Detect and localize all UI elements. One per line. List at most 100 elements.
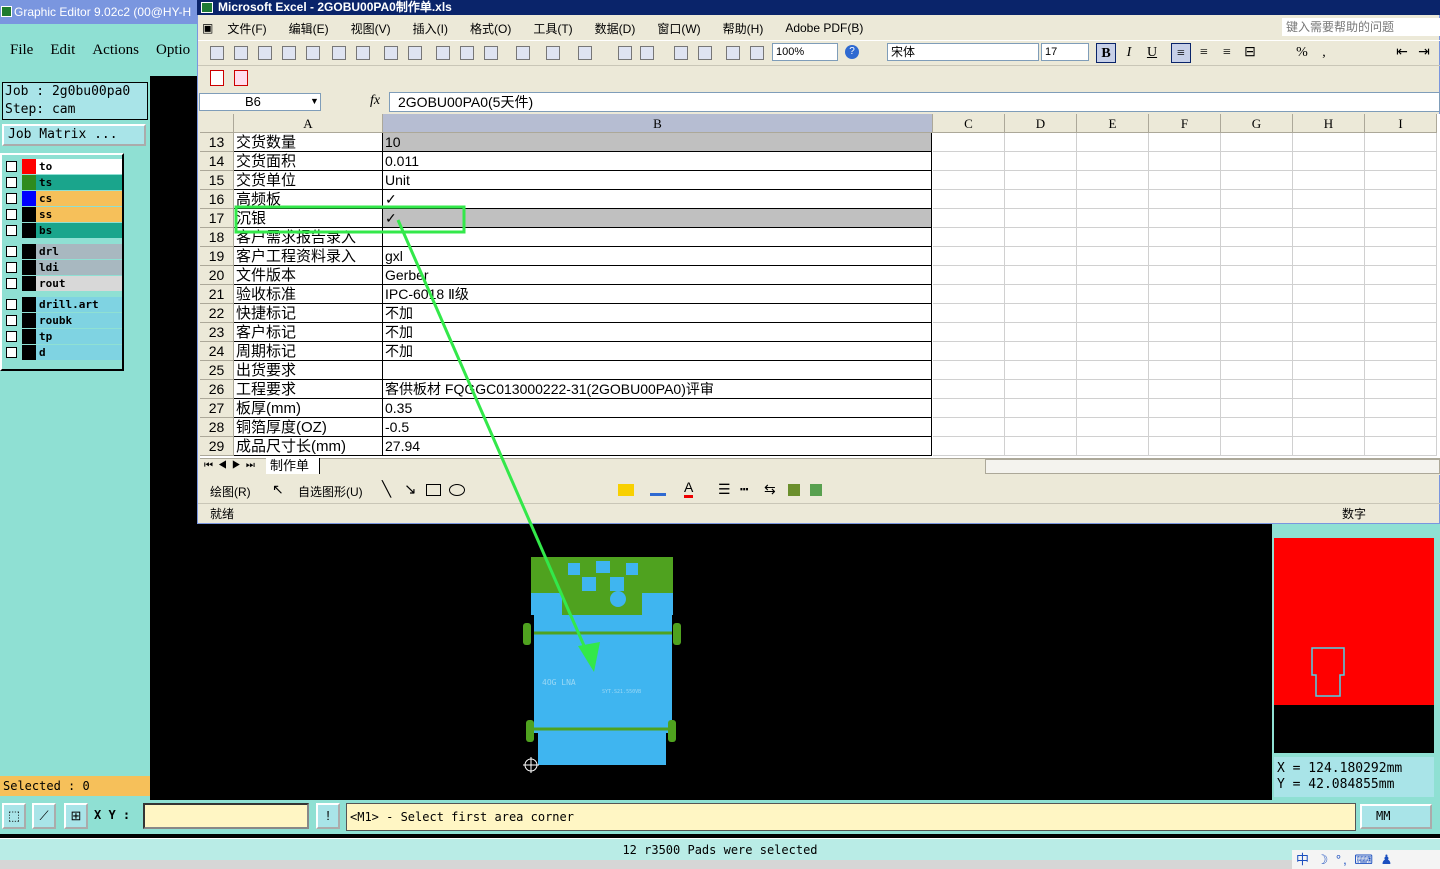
cell-empty[interactable] (1365, 361, 1437, 380)
cell-empty[interactable] (1149, 228, 1221, 247)
menu-data-cn[interactable]: 数据(D) (585, 20, 648, 37)
cell-empty[interactable] (1293, 399, 1365, 418)
layer-row-d[interactable]: d (6, 345, 122, 360)
cell-empty[interactable] (1005, 342, 1077, 361)
cell-empty[interactable] (1221, 380, 1293, 399)
layer-row-cs[interactable]: cs (6, 191, 122, 206)
cell-empty[interactable] (1293, 228, 1365, 247)
cell-empty[interactable] (1365, 285, 1437, 304)
cell-empty[interactable] (1293, 266, 1365, 285)
align-left-icon[interactable]: ≡ (1171, 43, 1191, 63)
arrow-icon[interactable]: ↘ (404, 480, 417, 498)
cell-empty[interactable] (1293, 171, 1365, 190)
row-header[interactable]: 23 (200, 323, 234, 342)
cell-empty[interactable] (1077, 342, 1149, 361)
undo-icon[interactable] (546, 46, 560, 60)
menu-actions[interactable]: Actions (82, 42, 146, 59)
row-header[interactable]: 17 (200, 209, 234, 228)
cell-empty[interactable] (933, 304, 1005, 323)
row-header[interactable]: 26 (200, 380, 234, 399)
sort-desc-icon[interactable] (698, 46, 712, 60)
cell-empty[interactable] (1149, 133, 1221, 152)
xy-input[interactable] (143, 803, 309, 829)
column-header-D[interactable]: D (1005, 114, 1077, 133)
cell-b[interactable] (383, 361, 932, 380)
cell-a[interactable]: 客户需求报告录入 (234, 228, 383, 247)
cut-icon[interactable] (436, 46, 450, 60)
cell-empty[interactable] (1149, 209, 1221, 228)
cell-empty[interactable] (1149, 171, 1221, 190)
cell-empty[interactable] (933, 437, 1005, 456)
column-header-A[interactable]: A (234, 114, 383, 133)
pdf-mail-icon[interactable] (234, 70, 248, 86)
row-header[interactable]: 29 (200, 437, 234, 456)
horizontal-scrollbar[interactable] (985, 459, 1440, 474)
cell-empty[interactable] (1365, 228, 1437, 247)
cell-empty[interactable] (1149, 304, 1221, 323)
column-header-G[interactable]: G (1221, 114, 1293, 133)
layer-checkbox[interactable] (6, 177, 17, 188)
cell-empty[interactable] (1077, 380, 1149, 399)
cell-empty[interactable] (1077, 323, 1149, 342)
menu-edit-cn[interactable]: 编辑(E) (279, 20, 341, 37)
column-header-I[interactable]: I (1365, 114, 1437, 133)
cell-empty[interactable] (1221, 437, 1293, 456)
cell-empty[interactable] (933, 171, 1005, 190)
cell-empty[interactable] (1293, 342, 1365, 361)
cell-empty[interactable] (1365, 342, 1437, 361)
comma-icon[interactable]: , (1314, 43, 1334, 63)
cell-a[interactable]: 出货要求 (234, 361, 383, 380)
cell-empty[interactable] (1365, 133, 1437, 152)
row-header[interactable]: 20 (200, 266, 234, 285)
doc-icon[interactable]: ▣ (198, 21, 217, 35)
cell-empty[interactable] (1077, 133, 1149, 152)
paste-icon[interactable] (484, 46, 498, 60)
side-pad[interactable] (673, 623, 681, 645)
pad[interactable] (626, 563, 638, 575)
cell-empty[interactable] (1293, 247, 1365, 266)
pointer-icon[interactable]: ↖ (272, 481, 284, 498)
cell-empty[interactable] (1005, 247, 1077, 266)
cell-empty[interactable] (933, 247, 1005, 266)
spelling-icon[interactable] (384, 46, 398, 60)
outdent-icon[interactable]: ⇥ (1414, 43, 1434, 63)
row-header[interactable]: 14 (200, 152, 234, 171)
cell-empty[interactable] (1365, 399, 1437, 418)
name-box[interactable]: B6 (199, 93, 321, 111)
column-header-E[interactable]: E (1077, 114, 1149, 133)
layer-row-drl[interactable]: drl (6, 244, 122, 259)
cell-empty[interactable] (1365, 380, 1437, 399)
cell-empty[interactable] (1365, 304, 1437, 323)
layer-row-ss[interactable]: ss (6, 207, 122, 222)
pad[interactable] (582, 577, 596, 591)
line-icon[interactable]: ╲ (382, 480, 391, 498)
cell-empty[interactable] (1293, 133, 1365, 152)
formula-bar[interactable]: 2GOBU00PA0(5天件) (389, 92, 1440, 112)
cell-empty[interactable] (1149, 361, 1221, 380)
fill-color-icon[interactable] (618, 484, 634, 496)
menu-edit[interactable]: Edit (40, 42, 82, 59)
italic-button[interactable]: I (1119, 43, 1139, 63)
cell-a[interactable]: 交货单位 (234, 171, 383, 190)
cell-empty[interactable] (1365, 418, 1437, 437)
cell-empty[interactable] (1365, 171, 1437, 190)
cell-empty[interactable] (1293, 285, 1365, 304)
menu-format-cn[interactable]: 格式(O) (460, 20, 523, 37)
cell-empty[interactable] (1005, 437, 1077, 456)
cell-empty[interactable] (1077, 209, 1149, 228)
cell-empty[interactable] (1005, 209, 1077, 228)
row-header[interactable]: 21 (200, 285, 234, 304)
spreadsheet-grid[interactable]: ABCDEFGHI 13 交货数量 10 14 交货面积 0.011 15 交货单位 Unit 1… (200, 114, 1440, 458)
cell-empty[interactable] (1149, 380, 1221, 399)
system-tray[interactable]: 中 ☽ °, ⌨ ♟ (1292, 850, 1440, 869)
arrow-style-icon[interactable]: ⇆ (764, 481, 776, 498)
font-color-icon[interactable]: A (684, 480, 694, 498)
redo-icon[interactable] (578, 46, 592, 60)
research-icon[interactable] (408, 46, 422, 60)
draw-menu[interactable]: 绘图(R) (210, 483, 251, 500)
cell-b[interactable]: Gerber (383, 266, 932, 285)
bold-button[interactable]: B (1096, 43, 1116, 63)
row-header[interactable]: 16 (200, 190, 234, 209)
row-header[interactable]: 27 (200, 399, 234, 418)
cell-b[interactable]: gxl (383, 247, 932, 266)
